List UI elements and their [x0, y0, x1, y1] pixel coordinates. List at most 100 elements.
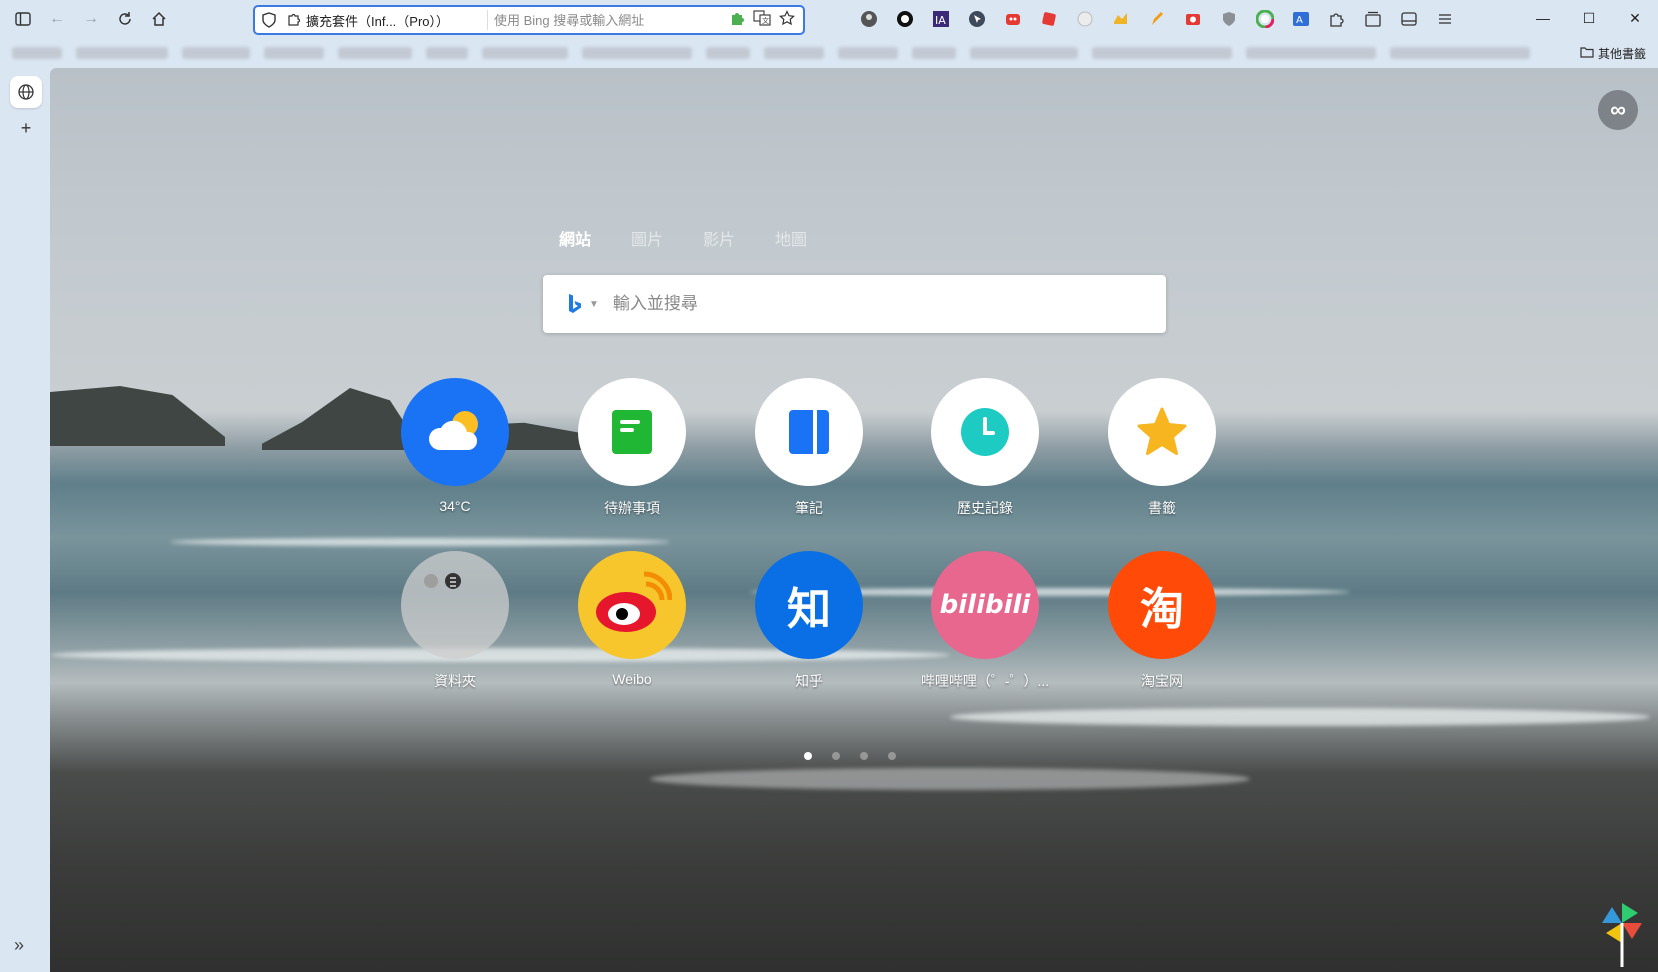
background-wave: [650, 768, 1250, 790]
tile-todo[interactable]: 待辦事項: [557, 378, 707, 518]
sidebar-expand-icon[interactable]: »: [14, 935, 24, 956]
sidebar-toggle-icon[interactable]: [6, 4, 40, 34]
tile-bookmarks[interactable]: 書籤: [1087, 378, 1237, 518]
profile-avatar-icon[interactable]: [856, 6, 882, 32]
minimize-icon[interactable]: —: [1520, 0, 1566, 36]
translator-extension-icon[interactable]: A: [1288, 6, 1314, 32]
collections-icon[interactable]: [1360, 6, 1386, 32]
bookmark-item[interactable]: [482, 47, 568, 59]
tile-label: 知乎: [795, 673, 823, 689]
tile-label: 歷史記錄: [957, 500, 1013, 516]
bookmark-item[interactable]: [970, 47, 1078, 59]
todo-icon: [578, 378, 686, 486]
bookmark-item[interactable]: [912, 47, 956, 59]
circle-extension-icon[interactable]: [892, 6, 918, 32]
tab-website[interactable]: 網站: [559, 226, 591, 250]
tile-history[interactable]: 歷史記錄: [910, 378, 1060, 518]
puzzle-icon: [287, 12, 301, 29]
tile-label: 淘宝网: [1141, 673, 1183, 689]
other-bookmarks-label: 其他書籤: [1597, 47, 1646, 61]
bilibili-glyph: bilibili: [939, 590, 1031, 620]
bookmark-item[interactable]: [182, 47, 250, 59]
extension-green-icon[interactable]: [729, 10, 745, 31]
bookmark-item[interactable]: [338, 47, 412, 59]
address-bar[interactable]: 擴充套件（Inf...（Pro）） 文: [253, 5, 805, 35]
shield-icon[interactable]: [255, 12, 283, 28]
bookmark-item[interactable]: [706, 47, 750, 59]
svg-text:A: A: [1296, 15, 1303, 26]
tile-label: Weibo: [612, 671, 652, 687]
back-icon[interactable]: ←: [40, 4, 74, 34]
sidebar-web-icon[interactable]: [10, 76, 42, 108]
bookmark-item[interactable]: [264, 47, 324, 59]
tile-bilibili[interactable]: bilibili 哔哩哔哩（゜-゜）...: [910, 551, 1060, 691]
bookmark-item[interactable]: [12, 47, 62, 59]
bookmark-item[interactable]: [1246, 47, 1376, 59]
page-dot[interactable]: [888, 752, 896, 760]
bookmark-item[interactable]: [76, 47, 168, 59]
page-dot[interactable]: [804, 752, 812, 760]
panel-icon[interactable]: [1396, 6, 1422, 32]
zhihu-icon: 知: [755, 551, 863, 659]
new-tab-page: ∞ 網站 圖片 影片 地圖 ▼ 34°C 待辦事項 筆記 歷史記錄: [50, 68, 1658, 972]
cube-extension-icon[interactable]: [1036, 6, 1062, 32]
close-icon[interactable]: ✕: [1612, 0, 1658, 36]
engine-dropdown-icon[interactable]: ▼: [589, 299, 599, 310]
forward-icon[interactable]: →: [74, 4, 108, 34]
tile-label: 哔哩哔哩（゜-゜）...: [920, 673, 1050, 689]
tile-zhihu[interactable]: 知 知乎: [734, 551, 884, 691]
bookmark-item[interactable]: [1092, 47, 1232, 59]
tile-label: 筆記: [795, 500, 823, 516]
pinwheel-icon[interactable]: [1600, 901, 1644, 972]
shield-extension-icon[interactable]: [1216, 6, 1242, 32]
bookmark-item[interactable]: [764, 47, 824, 59]
search-input[interactable]: [612, 294, 1113, 314]
pen-extension-icon[interactable]: [1144, 6, 1170, 32]
star-favorite-icon[interactable]: [779, 9, 795, 31]
search-type-tabs: 網站 圖片 影片 地圖: [559, 226, 807, 250]
extensions-puzzle-icon[interactable]: [1324, 6, 1350, 32]
maximize-icon[interactable]: ☐: [1566, 0, 1612, 36]
tile-notes[interactable]: 筆記: [734, 378, 884, 518]
tampermonkey-icon[interactable]: [1108, 6, 1134, 32]
translate-icon[interactable]: 文: [753, 9, 771, 31]
page-title: 擴充套件（Inf...（Pro））: [283, 10, 488, 30]
tab-maps[interactable]: 地圖: [775, 226, 807, 250]
url-input[interactable]: [488, 12, 713, 28]
tile-label: 書籤: [1148, 500, 1176, 516]
color-wheel-icon[interactable]: [1252, 6, 1278, 32]
weibo-icon: [578, 551, 686, 659]
bing-logo-icon[interactable]: [543, 293, 583, 315]
infinity-settings-button[interactable]: ∞: [1598, 90, 1638, 130]
background-rock: [50, 386, 225, 446]
camera-extension-icon[interactable]: [1180, 6, 1206, 32]
bookmarks-bar: 其他書籤: [0, 38, 1658, 68]
tile-folder[interactable]: 資料夾: [380, 551, 530, 691]
bookmark-item[interactable]: [582, 47, 692, 59]
folder-icon: [1580, 46, 1594, 61]
svg-text:文: 文: [762, 16, 769, 25]
bookmark-item[interactable]: [426, 47, 468, 59]
tile-taobao[interactable]: 淘 淘宝网: [1087, 551, 1237, 691]
bookmark-item[interactable]: [838, 47, 898, 59]
bookmark-item[interactable]: [1390, 47, 1530, 59]
bookmark-star-icon: [1108, 378, 1216, 486]
tile-weather[interactable]: 34°C: [380, 378, 530, 514]
tab-images[interactable]: 圖片: [631, 226, 663, 250]
page-dot[interactable]: [832, 752, 840, 760]
browser-sidebar: + »: [0, 68, 50, 972]
taobao-glyph: 淘: [1140, 584, 1184, 635]
ia-extension-icon[interactable]: IA: [928, 6, 954, 32]
cursor-extension-icon[interactable]: [964, 6, 990, 32]
tab-videos[interactable]: 影片: [703, 226, 735, 250]
tile-weibo[interactable]: Weibo: [557, 551, 707, 687]
cloud-extension-icon[interactable]: [1072, 6, 1098, 32]
sidebar-add-icon[interactable]: +: [10, 112, 42, 144]
other-bookmarks[interactable]: 其他書籤: [1580, 45, 1646, 62]
menu-icon[interactable]: [1432, 6, 1458, 32]
red-extension-icon[interactable]: [1000, 6, 1026, 32]
home-icon[interactable]: [142, 4, 176, 34]
zhihu-glyph: 知: [787, 584, 831, 635]
reload-icon[interactable]: [108, 4, 142, 34]
page-dot[interactable]: [860, 752, 868, 760]
